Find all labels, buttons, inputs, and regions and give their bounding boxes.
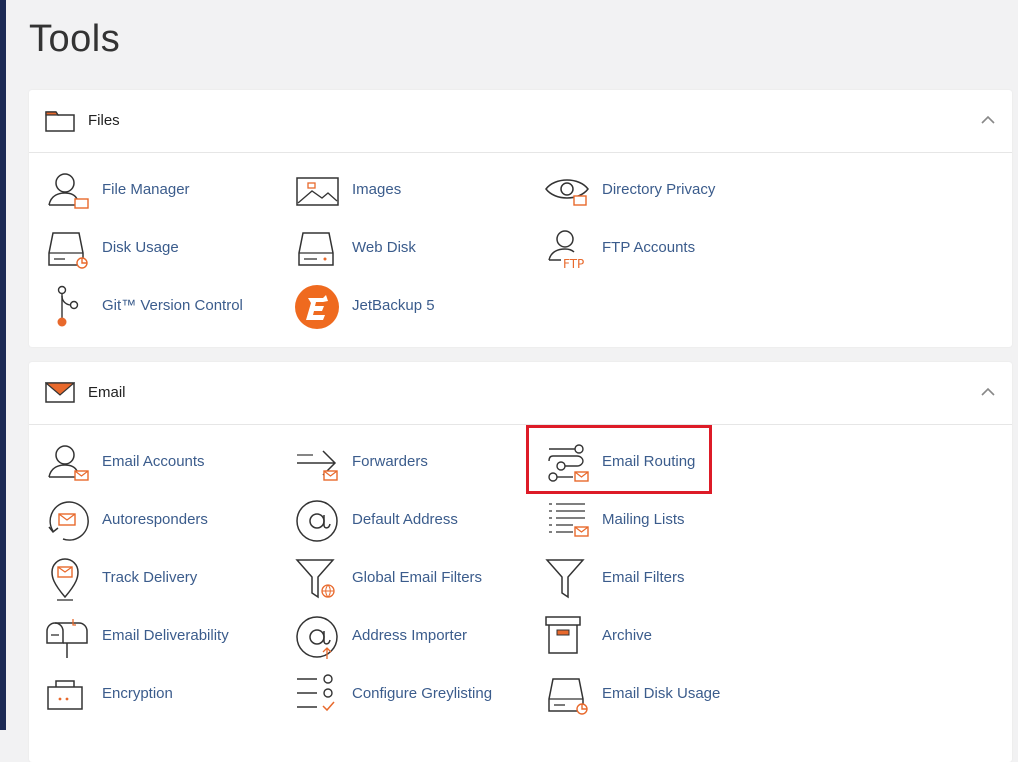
mailing-lists-icon [549, 503, 589, 537]
tool-label: Default Address [352, 511, 458, 528]
default-address-icon [296, 500, 338, 542]
tool-disk-usage[interactable]: Disk Usage [29, 224, 259, 274]
tool-label: Directory Privacy [602, 181, 716, 198]
email-routing-icon [548, 444, 589, 482]
tool-label: Forwarders [352, 453, 428, 470]
tool-label: Mailing Lists [602, 511, 685, 528]
images-icon [296, 177, 339, 206]
tool-email-filters[interactable]: Email Filters [529, 554, 759, 604]
tool-global-email-filters[interactable]: Global Email Filters [279, 554, 509, 604]
address-importer-icon [296, 616, 338, 659]
ftp-icon-text: FTP [563, 257, 584, 271]
tool-email-accounts[interactable]: Email Accounts [29, 438, 259, 488]
tool-label: Disk Usage [102, 239, 179, 256]
tool-label: Global Email Filters [352, 569, 483, 586]
tool-label: Web Disk [352, 239, 416, 256]
ftp-accounts-icon: FTP [548, 230, 584, 271]
tool-images[interactable]: Images [279, 166, 509, 216]
tool-track-delivery[interactable]: Track Delivery [29, 554, 259, 604]
tool-ftp-accounts[interactable]: FTP FTP Accounts [529, 224, 759, 274]
tool-label: Configure Greylisting [352, 685, 493, 702]
tool-email-routing[interactable]: Email Routing [529, 438, 759, 488]
tool-jetbackup-5[interactable]: JetBackup 5 [279, 282, 509, 332]
tool-default-address[interactable]: Default Address [279, 496, 509, 546]
email-accounts-icon [48, 445, 89, 481]
tool-file-manager[interactable]: File Manager [29, 166, 259, 216]
email-section-header[interactable]: Email [29, 362, 1012, 425]
chevron-up-icon[interactable] [980, 114, 996, 126]
email-section-title: Email [88, 384, 126, 401]
chevron-up-icon[interactable] [980, 386, 996, 398]
tool-mailing-lists[interactable]: Mailing Lists [529, 496, 759, 546]
tool-autoresponders[interactable]: Autoresponders [29, 496, 259, 546]
jetbackup-logo-icon [295, 285, 339, 329]
tool-label: Email Routing [602, 453, 696, 470]
tool-label: Images [352, 181, 402, 198]
encryption-icon [47, 680, 83, 710]
tool-label: JetBackup 5 [352, 297, 435, 314]
tool-git-version-control[interactable]: Git™ Version Control [29, 282, 259, 332]
disk-usage-icon [48, 232, 88, 269]
tool-email-deliverability[interactable]: Email Deliverability [29, 612, 259, 662]
tool-configure-greylisting[interactable]: Configure Greylisting [279, 670, 509, 720]
tool-label: FTP Accounts [602, 239, 696, 256]
page-title: Tools [29, 18, 121, 60]
folder-icon [45, 111, 75, 132]
email-deliverability-icon [46, 619, 88, 658]
configure-greylisting-icon [297, 674, 335, 712]
files-section: Files File Manager Images Directory Priv… [29, 90, 1012, 347]
autoresponders-icon [48, 501, 89, 541]
global-email-filters-icon [295, 559, 335, 599]
archive-icon [545, 616, 581, 654]
tool-label: Address Importer [352, 627, 468, 644]
email-disk-usage-icon [548, 678, 588, 715]
tool-label: Git™ Version Control [102, 297, 243, 314]
tool-label: File Manager [102, 181, 190, 198]
track-delivery-icon [51, 558, 79, 601]
tool-label: Archive [602, 627, 653, 644]
tool-label: Email Filters [602, 569, 685, 586]
files-section-title: Files [88, 112, 120, 129]
tool-forwarders[interactable]: Forwarders [279, 438, 509, 488]
directory-privacy-icon [545, 179, 589, 206]
envelope-icon [45, 382, 75, 403]
files-section-header[interactable]: Files [29, 90, 1012, 153]
tool-label: Autoresponders [102, 511, 208, 528]
left-sidebar-edge [0, 0, 6, 730]
tool-directory-privacy[interactable]: Directory Privacy [529, 166, 759, 216]
file-manager-icon [48, 173, 89, 209]
tool-encryption[interactable]: Encryption [29, 670, 259, 720]
tool-label: Email Accounts [102, 453, 205, 470]
tool-archive[interactable]: Archive [529, 612, 759, 662]
tool-label: Email Deliverability [102, 627, 229, 644]
git-icon [57, 285, 79, 327]
tool-label: Track Delivery [102, 569, 198, 586]
web-disk-icon [298, 232, 334, 266]
forwarders-icon [297, 450, 338, 481]
tool-label: Encryption [102, 685, 173, 702]
tool-address-importer[interactable]: Address Importer [279, 612, 509, 662]
tool-label: Email Disk Usage [602, 685, 721, 702]
tool-email-disk-usage[interactable]: Email Disk Usage [529, 670, 759, 720]
email-section: Email Email Accounts Forwarders Email Ro… [29, 362, 1012, 762]
tool-web-disk[interactable]: Web Disk [279, 224, 509, 274]
email-filters-icon [545, 559, 585, 599]
